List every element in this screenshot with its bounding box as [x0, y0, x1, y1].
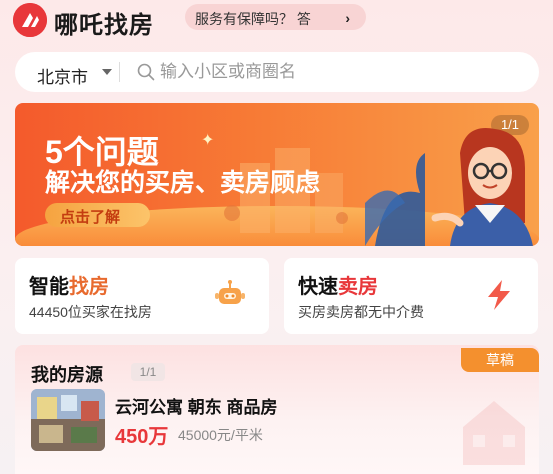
listing-count-badge: 1/1: [131, 363, 165, 381]
listing-title[interactable]: 云河公寓 朝东 商品房: [115, 393, 277, 418]
listing-unit-price: 45000元/平米: [178, 427, 263, 443]
robot-icon: [215, 280, 245, 304]
card-title-highlight: 找房: [69, 276, 109, 298]
guarantee-text: 服务有保障吗？ 答: [195, 11, 311, 27]
card-title-prefix: 快速: [298, 276, 338, 298]
search-divider: [119, 62, 120, 82]
section-title: 我的房源: [31, 365, 103, 385]
learn-more-label: 点击了解: [60, 209, 121, 226]
card-title-highlight: 卖房: [338, 276, 378, 298]
quick-sell-home-card[interactable]: 快速卖房 买房卖房都无中介费: [284, 258, 538, 334]
woman-with-glasses-illustration: [365, 128, 533, 246]
card-title-prefix: 智能: [29, 276, 69, 298]
lightning-icon: [488, 280, 510, 310]
card-title: 智能找房: [29, 270, 109, 299]
my-listings-section: 我的房源 1/1 草稿 云河公寓 朝东 商品房 450万 45000元/平米: [15, 345, 539, 474]
draft-status-tag: 草稿: [461, 348, 539, 372]
app-name: 哪吒找房: [54, 12, 154, 39]
learn-more-button[interactable]: 点击了解: [45, 203, 150, 227]
search-input[interactable]: [160, 59, 520, 85]
card-subtitle: 44450位买家在找房: [29, 304, 152, 320]
app-header: 哪吒找房 服务有保障吗？ 答 ›: [0, 0, 553, 40]
listing-price: 450万: [115, 426, 169, 448]
smart-find-home-card[interactable]: 智能找房 44450位买家在找房: [15, 258, 269, 334]
logo-icon: [13, 3, 47, 37]
caret-down-icon[interactable]: [102, 69, 112, 75]
service-guarantee-pill[interactable]: 服务有保障吗？ 答 ›: [185, 4, 366, 30]
promo-banner[interactable]: 5个问题 ✦ 解决您的买房、卖房顾虑 点击了解 1/1: [15, 103, 539, 246]
search-icon: [137, 63, 155, 81]
house-watermark-icon: [463, 401, 525, 465]
banner-subtitle: 解决您的买房、卖房顾虑: [45, 169, 321, 197]
card-title: 快速卖房: [298, 270, 378, 299]
chevron-right-icon: ›: [345, 10, 350, 26]
sparkle-icon: ✦: [201, 132, 215, 149]
card-subtitle: 买房卖房都无中介费: [298, 304, 424, 320]
listing-thumbnail[interactable]: [31, 389, 105, 451]
city-selector[interactable]: 北京市: [37, 63, 88, 88]
search-bar: 北京市: [15, 52, 539, 92]
